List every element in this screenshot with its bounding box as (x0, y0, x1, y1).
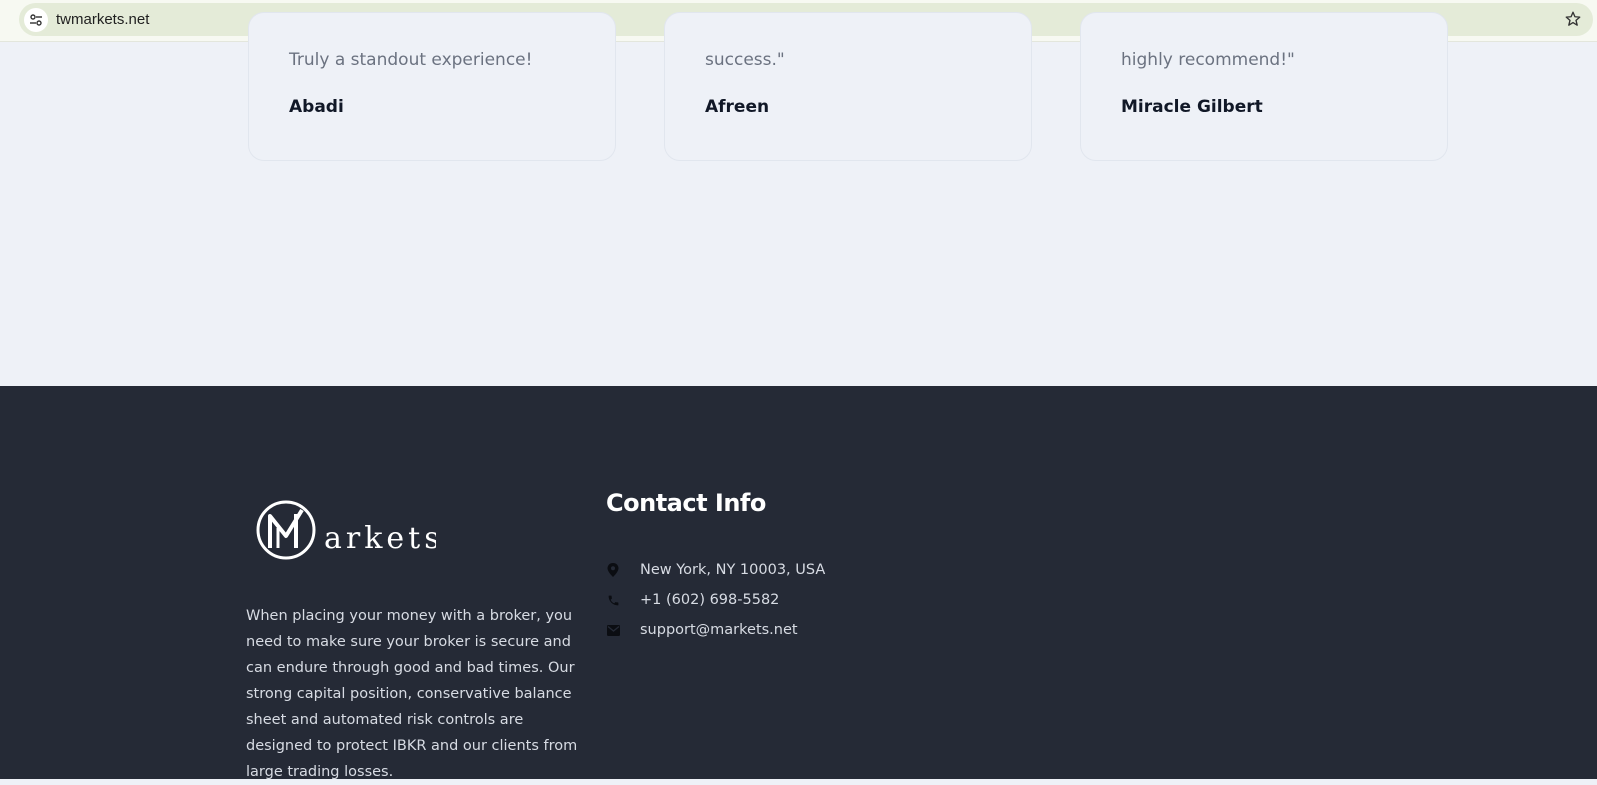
testimonial-quote: Truly a standout experience! (289, 50, 533, 70)
location-pin-icon (606, 563, 620, 577)
contact-info-heading: Contact Info (606, 489, 766, 517)
contact-address-text: New York, NY 10003, USA (640, 562, 826, 578)
svg-text:arkets: arkets (324, 521, 436, 556)
testimonial-quote: highly recommend!" (1121, 50, 1295, 70)
contact-email[interactable]: support@markets.net (606, 620, 798, 640)
site-info-icon[interactable] (24, 8, 48, 32)
testimonial-card: highly recommend!" Miracle Gilbert (1080, 12, 1448, 161)
contact-address: New York, NY 10003, USA (606, 560, 825, 580)
bookmark-star-icon[interactable] (1563, 9, 1583, 29)
url-text[interactable]: twmarkets.net (56, 11, 149, 28)
testimonials-section: Truly a standout experience! Abadi succe… (0, 12, 1597, 386)
testimonial-card: success." Afreen (664, 12, 1032, 161)
phone-icon (606, 593, 620, 607)
testimonial-card: Truly a standout experience! Abadi (248, 12, 616, 161)
testimonial-author: Afreen (705, 97, 770, 117)
contact-phone[interactable]: +1 (602) 698-5582 (606, 590, 779, 610)
testimonial-author: Abadi (289, 97, 344, 117)
contact-phone-text[interactable]: +1 (602) 698-5582 (640, 592, 779, 608)
testimonial-author: Miracle Gilbert (1121, 97, 1263, 117)
site-footer: arkets When placing your money with a br… (0, 386, 1597, 780)
footer-about-text: When placing your money with a broker, y… (246, 608, 578, 780)
envelope-icon (606, 623, 620, 637)
contact-email-text[interactable]: support@markets.net (640, 622, 798, 638)
testimonial-quote: success." (705, 50, 785, 70)
markets-logo[interactable]: arkets (256, 498, 440, 562)
